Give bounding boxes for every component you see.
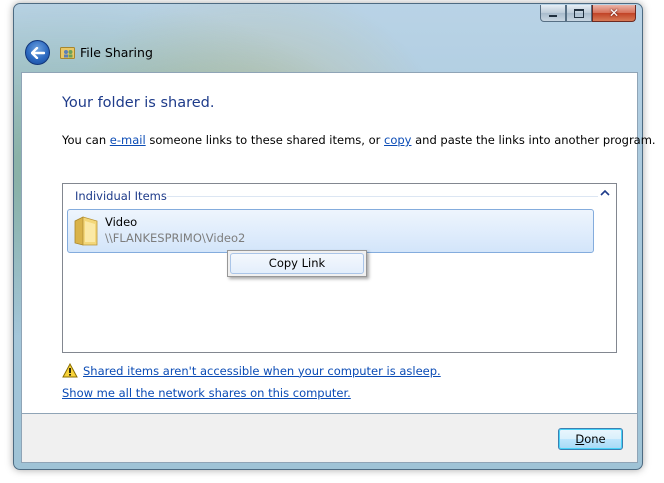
sleep-warning-link[interactable]: Shared items aren't accessible when your… [83,364,441,378]
folder-icon [74,216,98,246]
caption-buttons: ✕ [540,5,636,22]
window-title: File Sharing [80,45,153,60]
description-middle: someone links to these shared items, or [145,133,385,147]
close-icon: ✕ [608,6,620,20]
description-text: You can e-mail someone links to these sh… [62,133,656,147]
copy-link-menu-item[interactable]: Copy Link [230,253,364,274]
maximize-icon [574,8,584,18]
context-menu: Copy Link [227,250,367,277]
description-prefix: You can [62,133,110,147]
file-sharing-icon [60,47,75,59]
email-link[interactable]: e-mail [110,133,146,147]
item-path: \\FLANKESPRIMO\Video2 [105,231,246,245]
copy-link[interactable]: copy [384,133,411,147]
done-button[interactable]: Done [558,428,623,450]
footer-bar: Done [21,414,638,463]
list-item[interactable]: Video \\FLANKESPRIMO\Video2 [67,209,594,253]
group-header-label: Individual Items [75,189,167,203]
minimize-button[interactable] [540,5,566,22]
group-divider [167,196,598,197]
sleep-warning: Shared items aren't accessible when your… [62,363,441,378]
back-button[interactable] [25,40,50,65]
close-button[interactable]: ✕ [592,5,636,22]
back-arrow-icon [30,46,45,59]
content-area: Your folder is shared. You can e-mail so… [21,72,656,414]
page-heading: Your folder is shared. [62,95,215,111]
maximize-button[interactable] [566,5,592,22]
shared-items-list[interactable]: Individual Items Video \\FLANKESPRIMO\Vi… [62,183,617,353]
item-name: Video [105,215,138,229]
minimize-icon [549,15,557,17]
warning-icon [62,363,78,378]
description-suffix: and paste the links into another program… [411,133,656,147]
collapse-chevron-icon[interactable] [600,189,610,197]
done-access-key: D [575,432,585,446]
show-network-shares-link[interactable]: Show me all the network shares on this c… [62,386,351,400]
done-label: one [584,432,606,446]
